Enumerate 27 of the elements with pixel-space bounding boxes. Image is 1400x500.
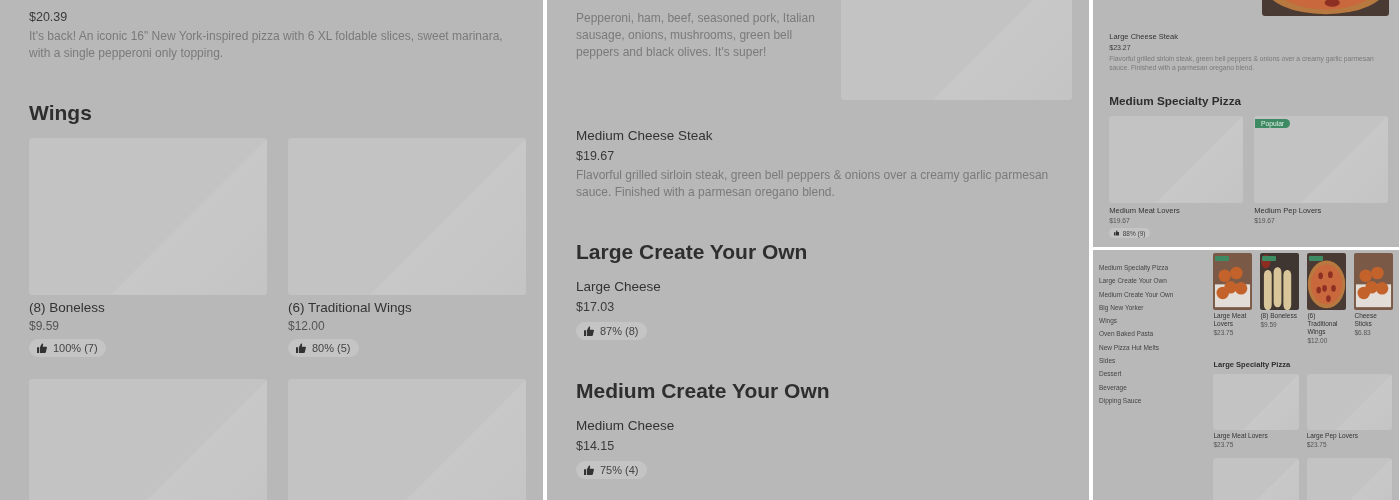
item-name[interactable]: (8) Boneless — [29, 300, 105, 318]
item-name[interactable]: Medium Cheese Steak — [576, 126, 713, 146]
section-heading: Wings — [29, 100, 93, 126]
section-heading: Medium Create Your Own — [576, 378, 831, 404]
item-price: $19.67 — [576, 148, 615, 165]
item-description: Pepperoni, ham, beef, seasoned pork, Italian sausage, onions, mushrooms, green bell peppers and black olives. It's super! — [576, 10, 816, 61]
rating-tag: 100% (7) — [29, 339, 106, 358]
section-heading: Large Create Your Own — [576, 239, 809, 265]
item-price: $17.03 — [576, 299, 615, 317]
item-price: $12.00 — [288, 318, 325, 336]
rating-tag: 80% (5) — [288, 339, 359, 358]
rating-tag: 75% (4) — [576, 461, 647, 480]
item-price: $20.39 — [29, 9, 68, 26]
thumbs-up-icon — [584, 465, 594, 476]
thumbs-up-icon — [296, 343, 306, 354]
item-price: $9.59 — [29, 318, 60, 336]
item-name[interactable]: Large Cheese — [576, 277, 661, 298]
rating-tag: 87% (8) — [576, 322, 647, 341]
item-description: It's back! An iconic 16" New York-inspired pizza with 6 XL foldable slices, sweet marinara, with a single pepperoni only topping. — [29, 28, 504, 62]
thumbs-up-icon — [584, 326, 594, 337]
item-price: $14.15 — [576, 438, 615, 456]
item-name[interactable]: (6) Traditional Wings — [288, 300, 412, 318]
item-description: Flavorful grilled sirloin steak, green bell peppers & onions over a creamy garlic parmesan sauce. Finished with a parmesan oregano blend. — [576, 167, 1050, 201]
thumbs-up-icon — [1113, 230, 1120, 236]
item-name[interactable]: Medium Cheese — [576, 416, 675, 437]
section-heading: Medium Specialty Pizza — [1109, 94, 1243, 109]
thumbs-up-icon — [37, 343, 47, 354]
